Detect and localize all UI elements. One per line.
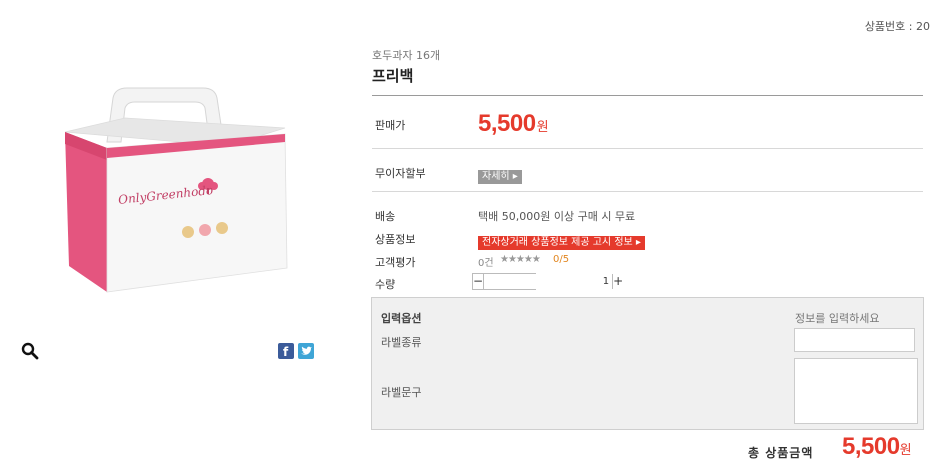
review-score: 0/5 [553,254,570,265]
total-amount: 5,500 [842,433,900,460]
product-title: 프리백 [372,67,414,85]
product-category: 호두과자 16개 [372,49,441,62]
divider [372,148,923,149]
total-label: 총 상품금액 [748,446,814,460]
product-info-button[interactable]: 전자상거래 상품정보 제공 고시 정보 ▸ [478,230,645,250]
quantity-stepper: − + [472,273,623,290]
label-text-textarea[interactable] [794,358,918,424]
price-label: 판매가 [375,119,406,132]
label-type-input[interactable] [794,328,915,352]
magnifier-icon[interactable] [21,342,39,360]
label-type-label: 라벨종류 [381,336,422,349]
rating-stars-icon: ★★★★★ [500,254,541,265]
price-unit: 원 [536,119,549,134]
shipping-label: 배송 [375,210,396,223]
facebook-icon[interactable]: f [278,343,294,359]
svg-text:f: f [283,345,289,359]
review-count: 0건 [478,258,494,269]
product-info-label: 상품정보 [375,233,416,246]
total-unit: 원 [899,442,912,457]
product-info-button-label: 전자상거래 상품정보 제공 고시 정보 ▸ [478,236,645,250]
installment-detail-label: 자세히 ▸ [478,170,522,184]
quantity-label: 수량 [375,278,396,291]
price-value: 5,500원 [478,110,549,138]
price-amount: 5,500 [478,110,536,137]
divider [372,191,923,192]
label-text-label: 라벨문구 [381,386,422,399]
review-label: 고객평가 [375,256,416,269]
options-heading: 입력옵션 [381,312,422,325]
installment-detail-button[interactable]: 자세히 ▸ [478,164,522,184]
quantity-input[interactable] [484,274,613,289]
twitter-icon[interactable] [298,343,314,359]
product-number: 상품번호 : 20 [864,20,930,33]
installment-label: 무이자할부 [375,167,426,180]
title-divider [372,95,923,96]
total-price: 5,500원 [842,433,912,461]
shipping-text: 택배 50,000원 이상 구매 시 무료 [478,210,636,223]
quantity-plus-button[interactable]: + [612,274,623,289]
options-hint: 정보를 입력하세요 [795,312,880,325]
quantity-minus-button[interactable]: − [473,274,485,289]
